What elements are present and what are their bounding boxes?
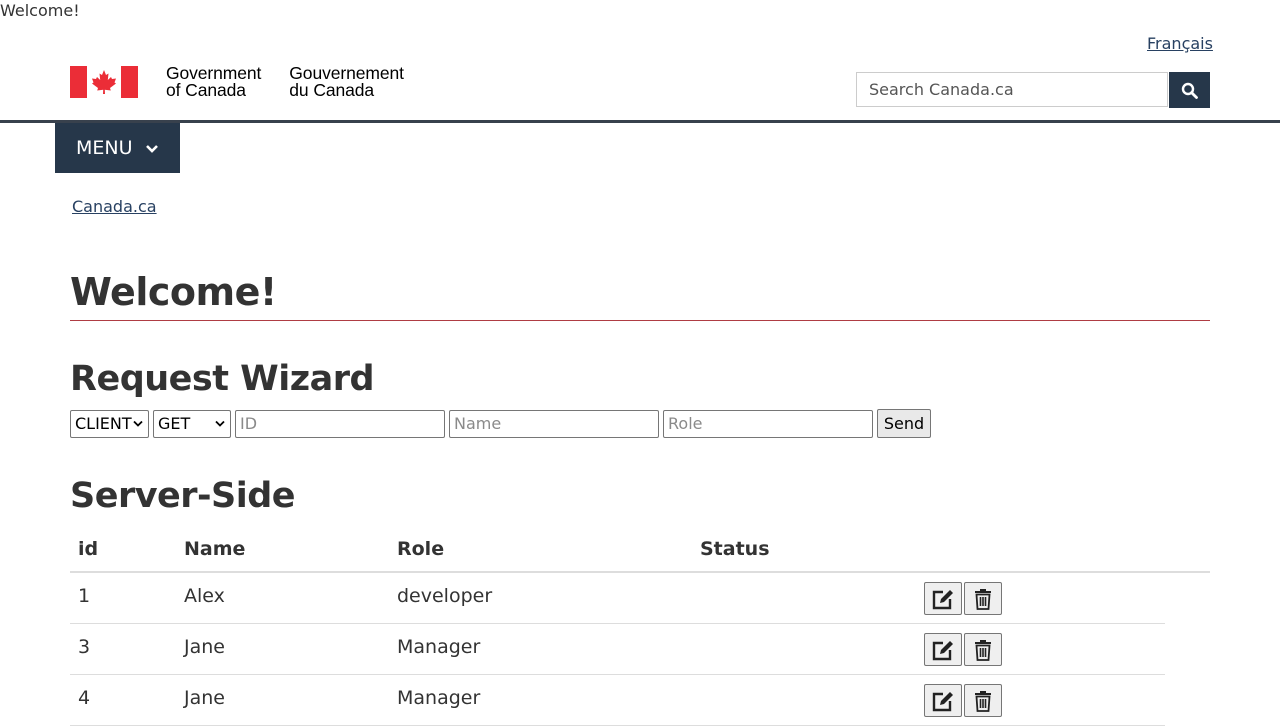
title-divider <box>70 320 1210 321</box>
row-actions <box>924 684 1002 717</box>
server-side-heading: Server-Side <box>70 476 296 516</box>
column-header-name: Name <box>184 538 246 560</box>
row-role: Manager <box>397 636 481 658</box>
request-wizard-form: CLIENT GET ID Name Role Send <box>70 409 931 438</box>
id-input[interactable]: ID <box>235 409 445 438</box>
header-divider <box>0 120 1280 123</box>
table-row: 1 Alex developer <box>70 573 1165 624</box>
edit-icon <box>932 691 953 711</box>
top-welcome-text: Welcome! <box>0 1 80 20</box>
delete-button[interactable] <box>964 633 1002 666</box>
role-input[interactable]: Role <box>663 409 873 438</box>
row-actions <box>924 582 1002 615</box>
canada-flag <box>70 66 138 98</box>
delete-button[interactable] <box>964 582 1002 615</box>
trash-icon <box>975 639 991 661</box>
search-icon <box>1181 82 1198 99</box>
name-input[interactable]: Name <box>449 409 659 438</box>
column-header-id: id <box>78 538 99 560</box>
trash-icon <box>975 690 991 712</box>
menu-button[interactable]: MENU <box>55 123 180 173</box>
row-name: Jane <box>184 636 225 658</box>
edit-icon <box>932 640 953 660</box>
table-row: 4 Jane Manager <box>70 675 1165 726</box>
column-header-role: Role <box>397 538 445 560</box>
language-toggle-link[interactable]: Français <box>1147 34 1213 54</box>
government-signature[interactable]: Government of Canada Gouvernement du Can… <box>70 64 404 100</box>
delete-button[interactable] <box>964 684 1002 717</box>
search-button[interactable] <box>1169 72 1210 108</box>
edit-button[interactable] <box>924 684 962 717</box>
request-wizard-heading: Request Wizard <box>70 359 375 399</box>
maple-leaf-icon <box>92 70 116 94</box>
target-select[interactable]: CLIENT <box>70 409 149 438</box>
method-select[interactable]: GET <box>153 409 231 438</box>
chevron-down-icon <box>145 137 159 159</box>
menu-label: MENU <box>76 137 133 159</box>
signature-english: Government of Canada <box>166 63 262 100</box>
search-input[interactable]: Search Canada.ca <box>856 72 1168 107</box>
row-role: Manager <box>397 687 481 709</box>
edit-button[interactable] <box>924 633 962 666</box>
column-header-status: Status <box>700 538 770 560</box>
page-title: Welcome! <box>70 270 277 314</box>
chevron-down-icon <box>133 420 143 427</box>
signature-french: Gouvernement du Canada <box>289 63 404 100</box>
row-name: Alex <box>184 585 225 607</box>
chevron-down-icon <box>215 420 225 427</box>
breadcrumb-canada-link[interactable]: Canada.ca <box>72 197 157 217</box>
edit-button[interactable] <box>924 582 962 615</box>
table-header: id Name Role Status <box>70 528 1210 573</box>
edit-icon <box>932 589 953 609</box>
row-actions <box>924 633 1002 666</box>
table-row: 3 Jane Manager <box>70 624 1165 675</box>
row-role: developer <box>397 585 493 607</box>
trash-icon <box>975 588 991 610</box>
row-name: Jane <box>184 687 225 709</box>
row-id: 3 <box>78 636 91 658</box>
send-button[interactable]: Send <box>877 409 931 438</box>
row-id: 4 <box>78 687 91 709</box>
server-table: id Name Role Status 1 Alex developer 3 J… <box>70 528 1210 726</box>
row-id: 1 <box>78 585 91 607</box>
